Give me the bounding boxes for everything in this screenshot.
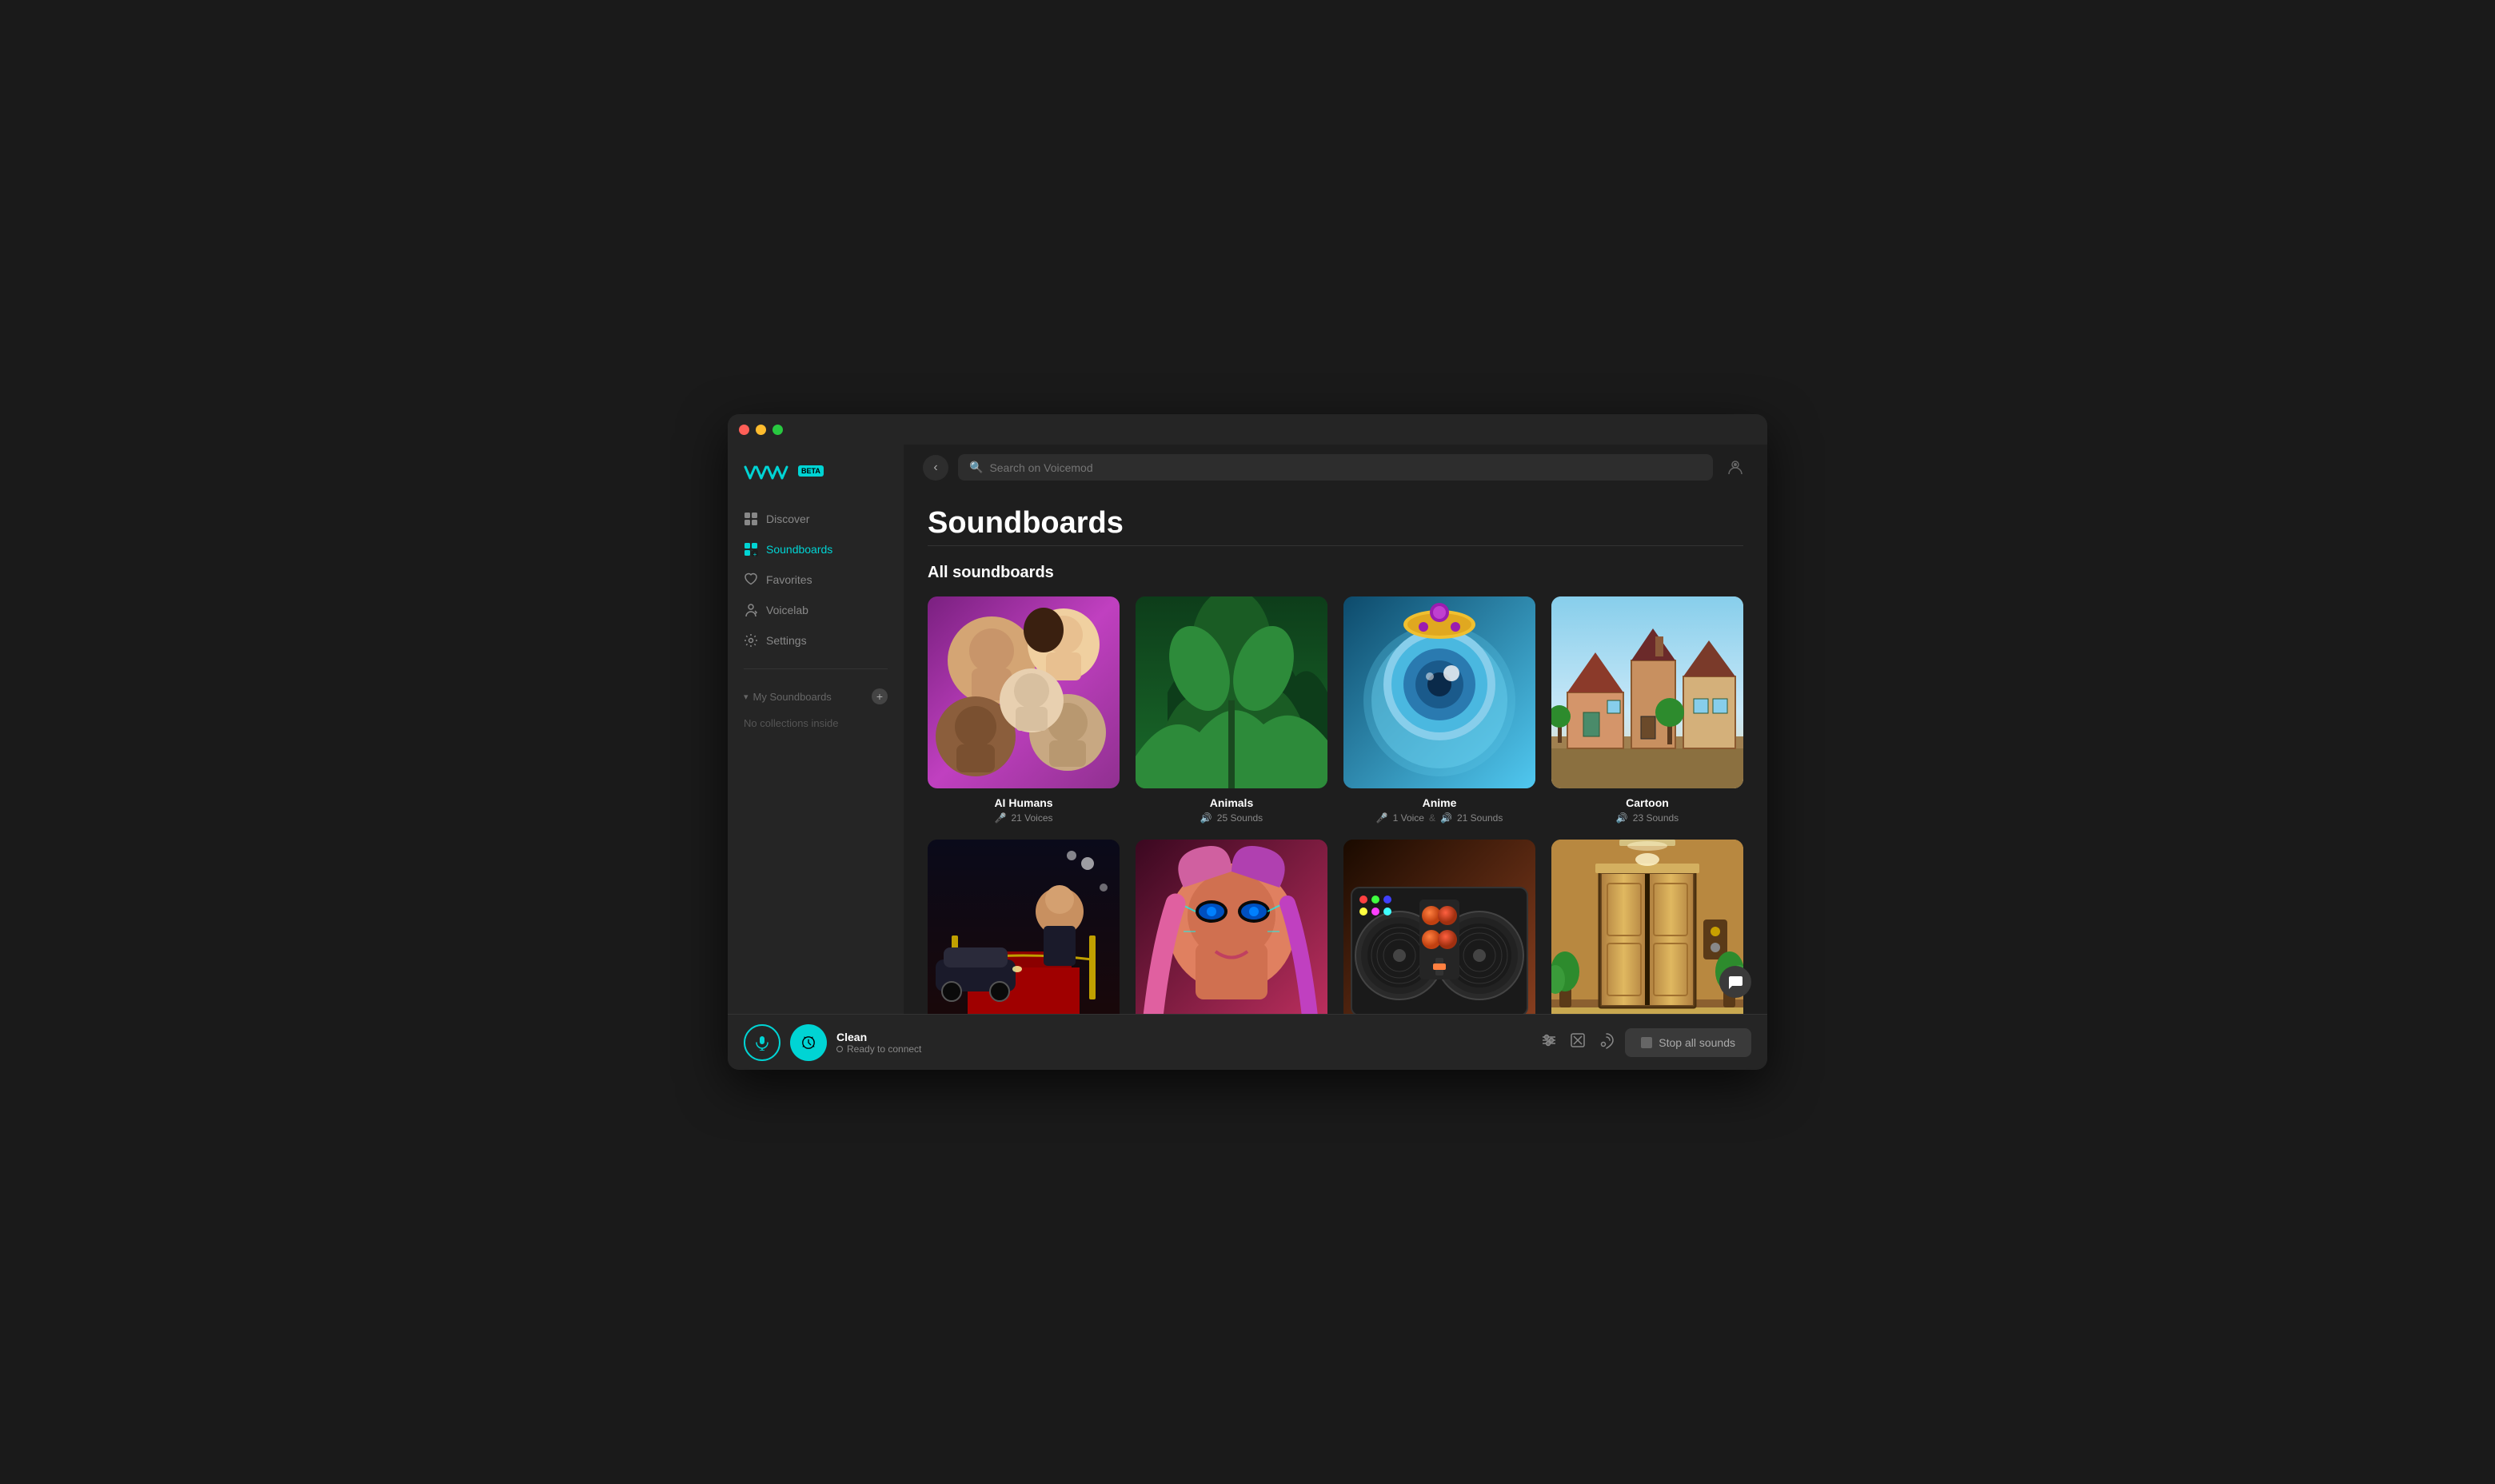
sidebar-item-voicelab[interactable]: Voicelab <box>728 595 904 625</box>
mute-button[interactable] <box>1569 1031 1587 1054</box>
grid-icon <box>744 512 758 526</box>
sidebar-item-discover[interactable]: Discover <box>728 504 904 534</box>
soundboard-name-ai-humans: AI Humans <box>928 796 1120 809</box>
sound-icon-cartoon: 🔊 <box>1616 812 1628 824</box>
soundboard-card-cyberpunk[interactable]: Cyberpunk 🎤 2 Voices & 🔊 21 Sounds <box>1136 840 1327 1014</box>
soundboard-thumb-edm <box>1343 840 1535 1014</box>
meta-sounds-animals: 25 Sounds <box>1217 812 1263 824</box>
meta-sounds-anime: 21 Sounds <box>1457 812 1503 824</box>
minimize-button[interactable] <box>756 425 766 435</box>
soundboard-meta-cartoon: 🔊 23 Sounds <box>1551 812 1743 824</box>
logo: BETA <box>728 457 904 504</box>
sidebar: BETA Discover + <box>728 445 904 1014</box>
add-soundboard-button[interactable]: + <box>872 688 888 704</box>
soundboard-meta-anime: 🎤 1 Voice & 🔊 21 Sounds <box>1343 812 1535 824</box>
app-window: BETA Discover + <box>728 414 1767 1070</box>
mic-button[interactable] <box>744 1024 780 1061</box>
profile-icon[interactable] <box>1723 455 1748 481</box>
voicelab-icon <box>744 603 758 617</box>
voice-status: Clean Ready to connect <box>836 1031 1531 1055</box>
heart-icon <box>744 572 758 587</box>
stop-all-label: Stop all sounds <box>1659 1036 1735 1049</box>
soundboard-card-cartoon[interactable]: Cartoon 🔊 23 Sounds <box>1551 596 1743 824</box>
soundboard-name-anime: Anime <box>1343 796 1535 809</box>
sound-icon-animals: 🔊 <box>1200 812 1212 824</box>
soundboard-card-edm[interactable]: EDM 🔊 19 Sounds <box>1343 840 1535 1014</box>
back-button[interactable]: ‹ <box>923 455 948 481</box>
meta-voice-anime: 1 Voice <box>1393 812 1424 824</box>
mic-icon-anime: 🎤 <box>1376 812 1388 824</box>
sidebar-item-settings[interactable]: Settings <box>728 625 904 656</box>
connection-dot <box>836 1046 843 1052</box>
beta-badge: BETA <box>798 465 824 477</box>
voice-connection: Ready to connect <box>836 1043 1531 1055</box>
page-title: Soundboards <box>928 506 1743 541</box>
main-content: ‹ 🔍 Soundboards All soundboards <box>904 445 1767 1014</box>
meta-sounds-cartoon: 23 Sounds <box>1633 812 1679 824</box>
section-title: All soundboards <box>928 564 1743 582</box>
bottom-bar: Clean Ready to connect <box>728 1014 1767 1070</box>
logo-mark <box>744 464 792 485</box>
voicelab-label: Voicelab <box>766 604 808 616</box>
soundboards-label: Soundboards <box>766 543 832 556</box>
soundboard-thumb-elevator <box>1551 840 1743 1014</box>
soundboard-meta-ai-humans: 🎤 21 Voices <box>928 812 1120 824</box>
sound-icon-anime: 🔊 <box>1440 812 1452 824</box>
mixer-button[interactable] <box>1540 1031 1558 1054</box>
soundboard-card-animals[interactable]: Animals 🔊 25 Sounds <box>1136 596 1327 824</box>
soundboard-card-elevator[interactable]: Elevator Music 🔊 12 Sounds <box>1551 840 1743 1014</box>
close-button[interactable] <box>739 425 749 435</box>
titlebar <box>728 414 1767 445</box>
soundboard-thumb-celebrities: NEW <box>928 840 1120 1014</box>
settings-label: Settings <box>766 634 807 647</box>
gear-icon <box>744 633 758 648</box>
soundboard-card-celebrities[interactable]: NEW <box>928 840 1120 1014</box>
sidebar-item-soundboards[interactable]: + Soundboards <box>728 534 904 564</box>
search-input[interactable] <box>989 461 1702 474</box>
soundboard-card-ai-humans[interactable]: AI Humans 🎤 21 Voices <box>928 596 1120 824</box>
svg-text:+: + <box>753 551 757 556</box>
soundboards-grid: AI Humans 🎤 21 Voices <box>928 596 1743 1014</box>
section-divider <box>928 545 1743 546</box>
topbar: ‹ 🔍 <box>904 445 1767 490</box>
soundboard-thumb-cyberpunk <box>1136 840 1327 1014</box>
soundboard-card-anime[interactable]: Anime 🎤 1 Voice & 🔊 21 Sounds <box>1343 596 1535 824</box>
soundboard-name-animals: Animals <box>1136 796 1327 809</box>
sidebar-divider <box>744 668 888 669</box>
discover-label: Discover <box>766 513 809 525</box>
meta-voices: 21 Voices <box>1011 812 1052 824</box>
chat-button[interactable] <box>1719 966 1751 998</box>
soundboard-thumb-cartoon <box>1551 596 1743 788</box>
content-area: Soundboards All soundboards <box>904 490 1767 1014</box>
soundboard-icon: + <box>744 542 758 556</box>
app-body: BETA Discover + <box>728 445 1767 1014</box>
stop-icon <box>1641 1037 1652 1048</box>
search-bar: 🔍 <box>958 454 1713 481</box>
soundboard-name-cartoon: Cartoon <box>1551 796 1743 809</box>
search-icon: 🔍 <box>969 461 983 474</box>
voice-name: Clean <box>836 1031 1531 1043</box>
voice-mode-button[interactable] <box>790 1024 827 1061</box>
my-soundboards-label: My Soundboards <box>753 691 832 703</box>
no-collections-label: No collections inside <box>728 711 904 736</box>
maximize-button[interactable] <box>772 425 783 435</box>
connection-status: Ready to connect <box>847 1043 921 1055</box>
chevron-down-icon: ▾ <box>744 692 748 702</box>
stop-all-sounds-button[interactable]: Stop all sounds <box>1625 1028 1751 1057</box>
sidebar-item-favorites[interactable]: Favorites <box>728 564 904 595</box>
mic-icon: 🎤 <box>995 812 1007 824</box>
soundboard-meta-animals: 🔊 25 Sounds <box>1136 812 1327 824</box>
my-soundboards-header[interactable]: ▾ My Soundboards + <box>728 682 904 711</box>
soundboard-thumb-animals <box>1136 596 1327 788</box>
soundboard-thumb-ai-humans <box>928 596 1120 788</box>
hearing-button[interactable] <box>1598 1031 1615 1054</box>
favorites-label: Favorites <box>766 573 812 586</box>
bottom-controls <box>1540 1031 1615 1054</box>
soundboard-thumb-anime <box>1343 596 1535 788</box>
